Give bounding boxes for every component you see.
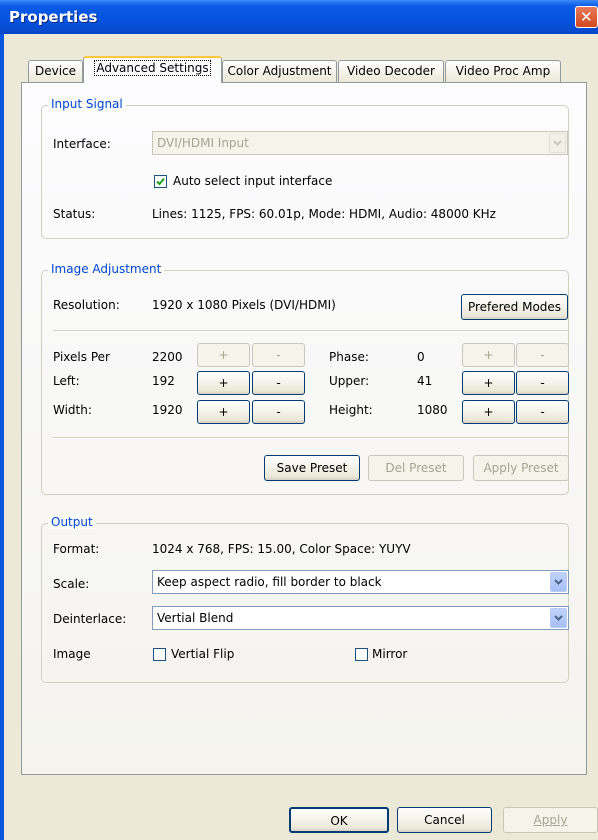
pixels-per-value: 2200 [152,350,183,364]
phase-plus-button[interactable]: + [462,343,515,367]
left-plus-button[interactable]: + [197,371,250,395]
format-value: 1024 x 768, FPS: 15.00, Color Space: YUY… [152,542,411,556]
window-title: Properties [9,8,98,26]
vertial-flip-label: Vertial Flip [171,647,235,661]
image-label: Image [53,647,91,661]
tab-device[interactable]: Device [28,60,83,82]
input-signal-title: Input Signal [48,97,126,111]
ok-button[interactable]: OK [289,807,389,833]
vertial-flip-checkbox[interactable] [153,648,166,661]
format-label: Format: [53,542,100,556]
auto-select-checkbox[interactable] [154,175,167,188]
auto-select-label: Auto select input interface [173,174,333,188]
scale-select[interactable]: Keep aspect radio, fill border to black [152,570,569,594]
width-value: 1920 [152,403,183,417]
chevron-down-icon [550,572,567,592]
interface-label: Interface: [53,137,111,151]
tab-video-proc-amp-label: Video Proc Amp [455,64,551,78]
upper-value: 41 [417,374,433,388]
upper-label: Upper: [329,374,370,388]
chevron-down-icon [549,133,566,153]
tab-video-decoder[interactable]: Video Decoder [338,60,444,82]
apply-preset-button[interactable]: Apply Preset [473,455,569,481]
width-minus-button[interactable]: - [252,400,305,424]
left-label: Left: [53,374,80,388]
separator [53,330,568,332]
tab-color-adjustment[interactable]: Color Adjustment [222,60,337,82]
window-left-border [0,0,4,840]
cancel-button[interactable]: Cancel [397,807,492,833]
left-minus-button[interactable]: - [252,371,305,395]
width-plus-button[interactable]: + [197,400,250,424]
interface-value: DVI/HDMI Input [157,136,249,150]
mirror-checkbox[interactable] [355,648,368,661]
deinterlace-select[interactable]: Vertial Blend [152,606,569,630]
scale-label: Scale: [53,577,90,591]
left-value: 192 [152,374,175,388]
del-preset-button[interactable]: Del Preset [368,455,464,481]
prefered-modes-button[interactable]: Prefered Modes [461,294,568,320]
scale-value: Keep aspect radio, fill border to black [157,575,382,589]
resolution-value: 1920 x 1080 Pixels (DVI/HDMI) [152,298,336,312]
save-preset-button[interactable]: Save Preset [264,455,360,481]
title-bar[interactable]: Properties ✕ [0,0,598,34]
output-title: Output [48,515,96,529]
upper-plus-button[interactable]: + [462,371,515,395]
close-icon: ✕ [580,8,593,26]
tab-advanced-settings-label: Advanced Settings [94,60,211,76]
interface-select[interactable]: DVI/HDMI Input [152,131,568,155]
tab-video-proc-amp[interactable]: Video Proc Amp [445,60,561,82]
image-adjustment-title: Image Adjustment [48,262,165,276]
height-value: 1080 [417,403,448,417]
checkmark-icon [156,177,165,186]
chevron-down-icon [550,608,567,628]
upper-minus-button[interactable]: - [516,371,569,395]
phase-minus-button[interactable]: - [516,343,569,367]
phase-label: Phase: [329,350,369,364]
close-button[interactable]: ✕ [575,6,598,28]
tab-device-label: Device [34,64,77,78]
resolution-label: Resolution: [53,298,120,312]
height-label: Height: [329,403,373,417]
mirror-label: Mirror [372,647,408,661]
status-value: Lines: 1125, FPS: 60.01p, Mode: HDMI, Au… [152,207,496,221]
tab-advanced-settings[interactable]: Advanced Settings [83,56,222,83]
tab-panel: Input Signal Interface: DVI/HDMI Input A… [21,82,587,775]
deinterlace-label: Deinterlace: [53,612,127,626]
pixels-per-label: Pixels Per [53,350,110,364]
status-label: Status: [53,207,96,221]
height-plus-button[interactable]: + [462,400,515,424]
tab-video-decoder-label: Video Decoder [347,64,435,78]
apply-button[interactable]: Apply [503,807,598,833]
phase-value: 0 [417,350,425,364]
pixels-per-plus-button[interactable]: + [197,343,250,367]
deinterlace-value: Vertial Blend [157,611,234,625]
pixels-per-minus-button[interactable]: - [252,343,305,367]
separator [53,437,568,439]
tab-color-adjustment-label: Color Adjustment [227,64,332,78]
width-label: Width: [53,403,92,417]
height-minus-button[interactable]: - [516,400,569,424]
